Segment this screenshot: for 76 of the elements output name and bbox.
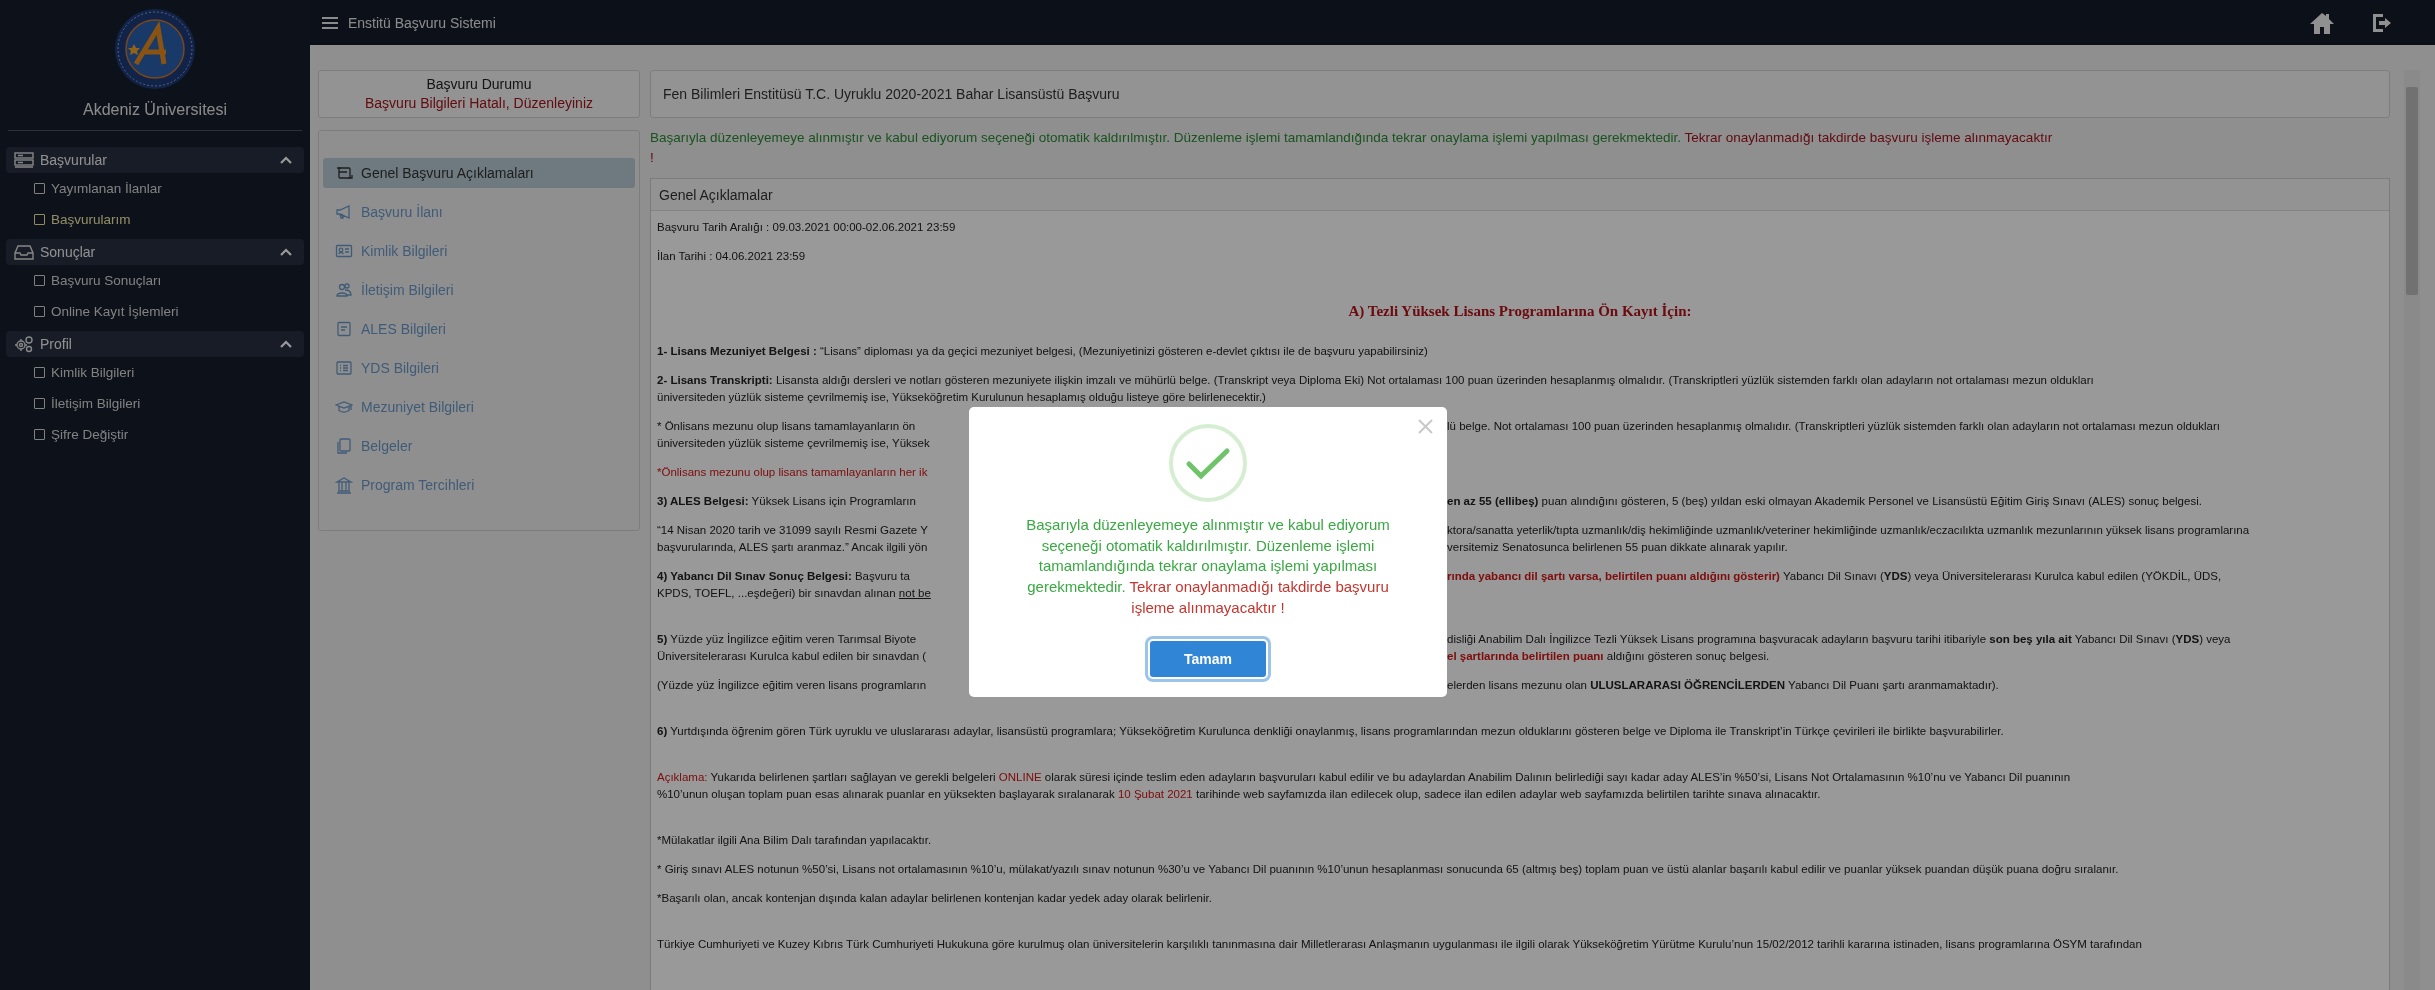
body-text: 1- Lisans Mezuniyet Belgesi : “Lisans” diploması ya da geçici mezuniyet belgesi, (Mezuniyetinizi gösteren e-devlet çıktısı ile de başvuru yapabilirsiniz)	[657, 344, 1428, 359]
body-text: *Başarılı olan, ancak kontenjan dışında kalan adaylar belirlenen kontenjan kadar yedek aday olarak belirlenir.	[657, 891, 1212, 906]
scroll-icon	[335, 164, 353, 182]
scrollbar[interactable]	[2404, 70, 2420, 990]
sidebar-section-header[interactable]: Başvurular	[6, 147, 304, 173]
square-icon	[34, 398, 45, 409]
status-title: Başvuru Durumu	[426, 75, 532, 94]
section-heading: A) Tezli Yüksek Lisans Programlarına Ön Kayıt İçin:	[1347, 302, 1693, 321]
body-text: versitemiz Senatosunca belirlenen 55 puan dikkate alınarak yapılır.	[1447, 540, 1788, 555]
body-text: Üniversitelerarası Kurulca kabul edilen bir sınavdan (	[657, 649, 927, 664]
graduation-cap-icon	[335, 398, 353, 416]
id-card-icon	[335, 242, 353, 260]
ok-button[interactable]: Tamam	[1148, 638, 1268, 679]
sidebar-item[interactable]: Şifre Değiştir	[0, 419, 310, 450]
body-text: *Önlisans mezunu olup lisans tamamlayanların her ik	[657, 465, 928, 480]
body-text: “14 Nisan 2020 tarih ve 31099 sayılı Resmi Gazete Y	[657, 523, 928, 538]
body-text: el şartlarında belirtilen puanı aldığını gösteren sonuç belgesi.	[1447, 649, 1770, 664]
status-message: Başvuru Bilgileri Hatalı, Düzenleyiniz	[365, 94, 593, 113]
document-icon	[335, 320, 353, 338]
square-icon	[34, 429, 45, 440]
body-text: %10’unun oluşan toplam puan esas alınarak puanlar en yüksekten başlayarak sıralanarak 10 Şubat 2021 tarihinde web sayfamızda ilan edilecek olup, sadece ilan edilen adaylar web sayfamızda belirtilen tarihte sınava alınacaktır.	[657, 787, 1821, 802]
notice-text: !	[650, 149, 655, 167]
body-text: lü belge. Not ortalaması 100 puan üzerinden hesaplanmış olmalıdır. (Transkriptleri yüzlük sistemden farklı olan adayların not ortalaması mezun oldukları	[1447, 419, 2220, 434]
sidebar-item[interactable]: İletişim Bilgileri	[0, 388, 310, 419]
body-text: ktora/sanatta yeterlik/tıpta uzmanlık/diş hekimliğinde uzmanlık/veteriner hekimliğinde uzmanlık/eczacılıkta uzmanlık mezunlarının yüksek lisans programlarına	[1447, 523, 2250, 538]
body-text: 2- Lisans Transkripti: Lisansta aldığı dersleri ve notları gösteren mezuniyete ilişkin imzalı ve mühürlü belge. (Transkript veya Diploma Eki) Not ortalaması 100 puan üzerinden hesaplanmış olmalıdır. (Transkriptleri yüzlük sistemden farklı olan adayların not ortalaması mezun oldukları	[657, 373, 2094, 388]
sidebar-item[interactable]: Online Kayıt İşlemleri	[0, 296, 310, 327]
square-icon	[34, 275, 45, 286]
list-icon	[335, 359, 353, 377]
megaphone-icon	[335, 203, 353, 221]
body-text: İlan Tarihi : 04.06.2021 23:59	[657, 249, 806, 264]
people-icon	[335, 281, 353, 299]
body-text: (Yüzde yüz İngilizce eğitim veren lisans programların	[657, 678, 927, 693]
caret-icon	[280, 248, 292, 256]
square-icon	[34, 183, 45, 194]
body-text: Açıklama: Yukarıda belirlenen şartları sağlayan ve gerekli belgeleri ONLINE olarak süresi içinde teslim eden adayların başvuruları kabul edilir ve bu adaylardan Anabilim Dalının belirlediği sayı kadar aday ALES’in %50’si, Lisans Not Ortalamasının %10’nu ve Yabancı Dil puanının	[657, 770, 2071, 785]
caret-icon	[280, 340, 292, 348]
body-text: üniversiteden yüzlük sisteme çevrilmemiş ise, Yükseköğretim Kurulunun hesaplamış olduğu listeye göre belirlenecektir.)	[657, 390, 1266, 405]
app-title: Enstitü Başvuru Sistemi	[348, 14, 496, 31]
body-text: * Önlisans mezunu olup lisans tamamlayanların ön	[657, 419, 916, 434]
body-text: disliği Anabilim Dalı İngilizce Tezli Yüksek Lisans programına başvuracak adayların başvuru tarihi itibariyle son beş yıla ait Yabancı Dil Sınavı (YDS) veya	[1447, 632, 2231, 647]
body-text: KPDS, TOEFL, ...eşdeğeri) bir sınavdan alınan not be	[657, 586, 931, 601]
square-icon	[34, 367, 45, 378]
checkmark-icon	[1168, 423, 1248, 503]
dialog-message: Başarıyla düzenleyemeye alınmıştır ve kabul ediyorum seçeneği otomatik kaldırılmıştır. Düzenleme işlemi tamamlandığında tekrar onaylama işlemi yapılması gerekmektedir. Tekrar onaylanmadığı takdirde başvuru işleme alınmayacaktır !	[1025, 515, 1391, 618]
sidebar-item[interactable]: Başvuru Sonuçları	[0, 265, 310, 296]
sidebar-section-header[interactable]: Profil	[6, 331, 304, 357]
sidebar-item[interactable]: Kimlik Bilgileri	[0, 357, 310, 388]
body-text: 5) Yüzde yüz İngilizce eğitim veren Tarımsal Biyote	[657, 632, 917, 647]
body-text: *Mülakatlar ilgili Ana Bilim Dalı tarafından yapılacaktır.	[657, 833, 932, 848]
body-text: 3) ALES Belgesi: Yüksek Lisans için Programların	[657, 494, 916, 509]
copy-icon	[335, 437, 353, 455]
body-text: 4) Yabancı Dil Sınav Sonuç Belgesi: Başvuru ta	[657, 569, 910, 584]
body-text: elerden lisans mezunu olan ULUSLARARASI ÖĞRENCİLERDEN Yabancı Dil Puanı şartı aranmamaktadır).	[1447, 678, 1999, 693]
body-text: başvurularında, ALES şartı aranmaz.” Ancak ilgili yön	[657, 540, 928, 555]
application-title: Fen Bilimleri Enstitüsü T.C. Uyruklu 2020-2021 Bahar Lisansüstü Başvuru	[650, 70, 2390, 118]
sidebar-item[interactable]: Başvurularım	[0, 204, 310, 235]
body-text: 6) Yurtdışında öğrenim gören Türk uyruklu ve uluslararası adaylar, lisansüstü programlara; Yükseköğretim Kurulunca denkliği onaylanmış, lisans programlarından mezun olduklarını gösteren belge ve Diploma ile Transkript’in Türkçe çevirileri ile birlikte başvurabilirler.	[657, 724, 2004, 739]
menu-item[interactable]: Genel Başvuru Açıklamaları	[323, 158, 635, 188]
bank-icon	[335, 476, 353, 494]
panel-title: Genel Açıklamalar	[651, 179, 2389, 211]
body-text: Başvuru Tarih Aralığı : 09.03.2021 00:00-02.06.2021 23:59	[657, 220, 956, 235]
sidebar-section-header[interactable]: Sonuçlar	[6, 239, 304, 265]
caret-icon	[280, 156, 292, 164]
home-icon[interactable]	[2309, 10, 2335, 35]
body-text: rında yabancı dil şartı varsa, belirtilen puanı aldığını gösterir) Yabancı Dil Sınavı (YDS) veya Üniversitelerarası Kurulca kabul edilen (YÖKDİL, ÜDS,	[1447, 569, 2222, 584]
body-text: * Giriş sınavı ALES notunun %50’si, Lisans not ortalamasının %10’u, mülakat/yazılı sınav notunun %30’u ve Yabancı Dil puanının %10’unun hesaplanması sonucunda 65 (altmış beş) toplam puan ve üstü alanlar başarılı kabul edilir ve puanlar yüksek puandan düşük puana doğru sıralanır.	[657, 862, 2119, 877]
menu-icon[interactable]	[322, 15, 338, 30]
square-icon	[34, 306, 45, 317]
body-text: en az 55 (ellibeş) puan alındığını gösteren, 5 (beş) yıldan eski olmayan Akademik Personel ve Lisansüstü Eğitim Giriş Sınavı (ALES) sonuç belgesi.	[1447, 494, 2202, 509]
sidebar-item[interactable]: Yayımlanan İlanlar	[0, 173, 310, 204]
sidebar-title: Akdeniz Üniversitesi	[81, 100, 229, 120]
square-icon	[34, 214, 45, 225]
body-text: Türkiye Cumhuriyeti ve Kuzey Kıbrıs Türk Cumhuriyeti Hukukuna göre kurulmuş olan üniversitelerin karşılıklı tanınmasına dair Milletlerarası Anlaşmanın uygulanması ile ilgili olarak Yükseköğretim Yürütme Kurulu’nun 15/02/2012 tarihli kararına istinaden, lisans programlarına ÖSYM tarafından	[657, 937, 2142, 952]
notice-text: Başarıyla düzenleyemeye alınmıştır ve kabul ediyorum seçeneği otomatik kaldırılmıştır. Düzenleme işlemi tamamlandığında tekrar onaylama işlemi yapılması gerekmektedir. Tekrar onaylanmadığı takdirde başvuru işleme alınmayacaktır	[650, 129, 2054, 147]
body-text: üniversiteden yüzlük sisteme çevrilmemiş ise, Yüksek	[657, 436, 930, 451]
